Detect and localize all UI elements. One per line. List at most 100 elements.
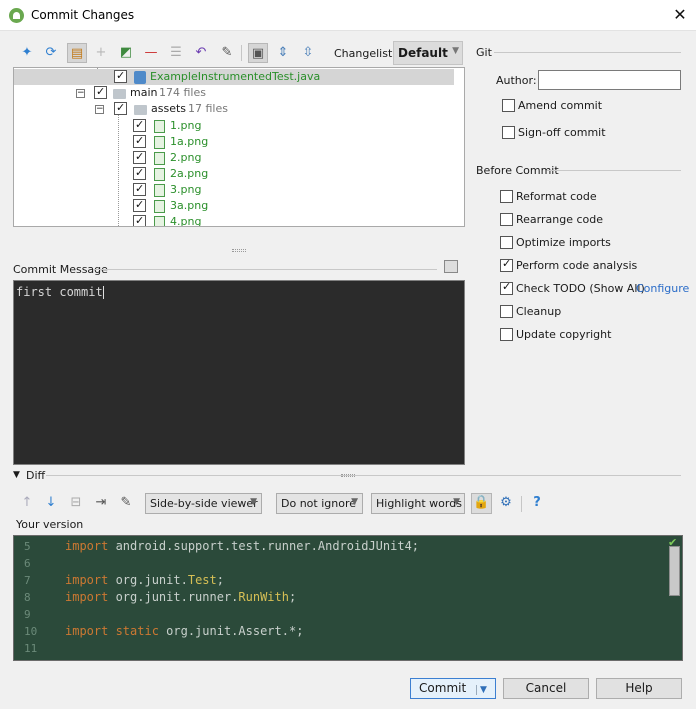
collapse-icon[interactable]: − [76, 89, 85, 98]
tree-row-checkbox[interactable] [114, 100, 127, 116]
help-icon[interactable]: ? [528, 494, 546, 512]
signoff-commit-label: Sign-off commit [518, 126, 606, 139]
option-label: Update copyright [516, 328, 612, 341]
chevron-down-icon[interactable]: ▼ [476, 685, 487, 695]
tree-row-checkbox[interactable] [133, 197, 146, 213]
option-label: Check TODO (Show All) [516, 282, 645, 295]
cleanup-checkbox[interactable] [500, 305, 513, 318]
lock-icon[interactable]: 🔒 [471, 493, 492, 514]
amend-commit-checkbox[interactable] [502, 99, 515, 112]
tree-row-label: 1.png [170, 119, 202, 132]
next-file-icon[interactable]: ⇥ [92, 494, 110, 512]
tree-row[interactable]: 2.png [14, 149, 454, 166]
tree-row-checkbox[interactable] [133, 117, 146, 133]
viewer-mode-dropdown[interactable]: Side-by-side viewer ▼ [145, 493, 262, 514]
tree-row[interactable]: 1a.png [14, 133, 454, 150]
commit-message-text: first commit [16, 285, 103, 299]
diff-collapse-icon[interactable]: ▼ [13, 470, 20, 480]
add-icon[interactable]: + [91, 43, 111, 63]
author-input[interactable] [538, 70, 681, 90]
diff-scrollbar[interactable] [669, 546, 680, 596]
ignore-whitespace-value: Do not ignore [281, 497, 356, 510]
next-difference-icon[interactable]: ↓ [42, 494, 60, 512]
text-caret [102, 286, 104, 299]
ignore-whitespace-dropdown[interactable]: Do not ignore ▼ [276, 493, 363, 514]
diff-editor[interactable]: 5 import android.support.test.runner.Andr… [13, 535, 683, 661]
window-title: Commit Changes [31, 8, 135, 22]
code-text: import android.support.test.runner.Andro… [65, 539, 420, 553]
splitter-handle[interactable] [341, 474, 355, 477]
collapse-icon[interactable]: − [95, 105, 104, 114]
edit-source-icon[interactable]: ✎ [117, 494, 135, 512]
tree-row[interactable]: ExampleInstrumentedTest.java [14, 68, 454, 85]
help-button[interactable]: Help [596, 678, 682, 699]
changelist-value: Default [398, 46, 448, 60]
tree-row-checkbox[interactable] [133, 213, 146, 226]
close-icon[interactable]: ✕ [670, 5, 690, 25]
tree-row-checkbox[interactable] [114, 68, 127, 84]
remove-icon[interactable]: — [141, 43, 161, 63]
toggle-view-icon[interactable]: ▣ [248, 43, 268, 63]
previous-difference-icon[interactable]: ↑ [18, 494, 36, 512]
your-version-label: Your version [16, 518, 84, 531]
tree-row[interactable]: 3a.png [14, 197, 454, 214]
changelist-label: Changelist: [334, 47, 396, 60]
git-section-title: Git [476, 46, 492, 59]
highlight-dropdown[interactable]: Highlight words ▼ [371, 493, 465, 514]
configure-link[interactable]: Configure [636, 282, 689, 295]
collapse-all-icon[interactable]: ⇳ [298, 43, 318, 63]
refresh-icon[interactable]: ⟳ [41, 43, 61, 63]
toolbar-separator [241, 45, 242, 61]
update-copyright-checkbox[interactable] [500, 328, 513, 341]
previous-file-icon[interactable]: ⊟ [67, 494, 85, 512]
tree-row[interactable]: 4.png [14, 213, 454, 226]
tree-row-checkbox[interactable] [94, 84, 107, 100]
splitter-handle[interactable] [232, 249, 246, 252]
line-number: 12 [24, 657, 44, 660]
section-divider [547, 170, 681, 171]
optimize-imports-checkbox[interactable] [500, 236, 513, 249]
commit-message-input[interactable]: first commit [13, 280, 465, 465]
show-diff-icon[interactable]: ✦ [17, 43, 37, 63]
tree-row-label: 2.png [170, 151, 202, 164]
android-studio-icon [9, 8, 24, 23]
option-label: Rearrange code [516, 213, 603, 226]
move-to-changelist-icon[interactable]: ◩ [116, 43, 136, 63]
rearrange-code-checkbox[interactable] [500, 213, 513, 226]
tree-row-checkbox[interactable] [133, 165, 146, 181]
message-history-icon[interactable] [444, 260, 458, 273]
changes-tree[interactable]: ExampleInstrumentedTest.java − main 174 … [13, 67, 465, 227]
tree-row[interactable]: 3.png [14, 181, 454, 198]
commit-button-label: Commit [419, 681, 467, 695]
tree-row[interactable]: 1.png [14, 117, 454, 134]
tree-row-label: 1a.png [170, 135, 209, 148]
commit-button[interactable]: Commit ▼ [410, 678, 496, 699]
tree-row[interactable]: 2a.png [14, 165, 454, 182]
tree-row[interactable]: − assets 17 files [14, 100, 454, 117]
tree-row-label: main [130, 86, 158, 99]
tree-row-checkbox[interactable] [133, 149, 146, 165]
check-todo-checkbox[interactable] [500, 280, 513, 295]
expand-all-icon[interactable]: ⇕ [273, 43, 293, 63]
line-number: 11 [24, 642, 38, 655]
rollback-icon[interactable]: ↶ [191, 43, 211, 63]
image-file-icon [154, 136, 165, 149]
tree-row-label: 2a.png [170, 167, 209, 180]
reformat-code-checkbox[interactable] [500, 190, 513, 203]
jump-to-source-icon[interactable]: ✎ [217, 43, 237, 63]
signoff-commit-checkbox[interactable] [502, 126, 515, 139]
group-by-directory-icon[interactable]: ▤ [67, 43, 87, 63]
line-number: 7 [24, 574, 31, 587]
chevron-down-icon: ▼ [351, 497, 358, 507]
image-file-icon [154, 152, 165, 165]
tree-row-checkbox[interactable] [133, 181, 146, 197]
gear-icon[interactable]: ⚙ [497, 494, 515, 512]
cancel-button[interactable]: Cancel [503, 678, 589, 699]
changelist-dropdown[interactable]: Default ▼ [393, 41, 463, 65]
perform-code-analysis-checkbox[interactable] [500, 257, 513, 272]
tree-row[interactable]: − main 174 files [14, 84, 454, 101]
toolbar-separator [521, 496, 522, 512]
option-label: Optimize imports [516, 236, 611, 249]
show-ignored-icon[interactable]: ☰ [166, 43, 186, 63]
tree-row-checkbox[interactable] [133, 133, 146, 149]
